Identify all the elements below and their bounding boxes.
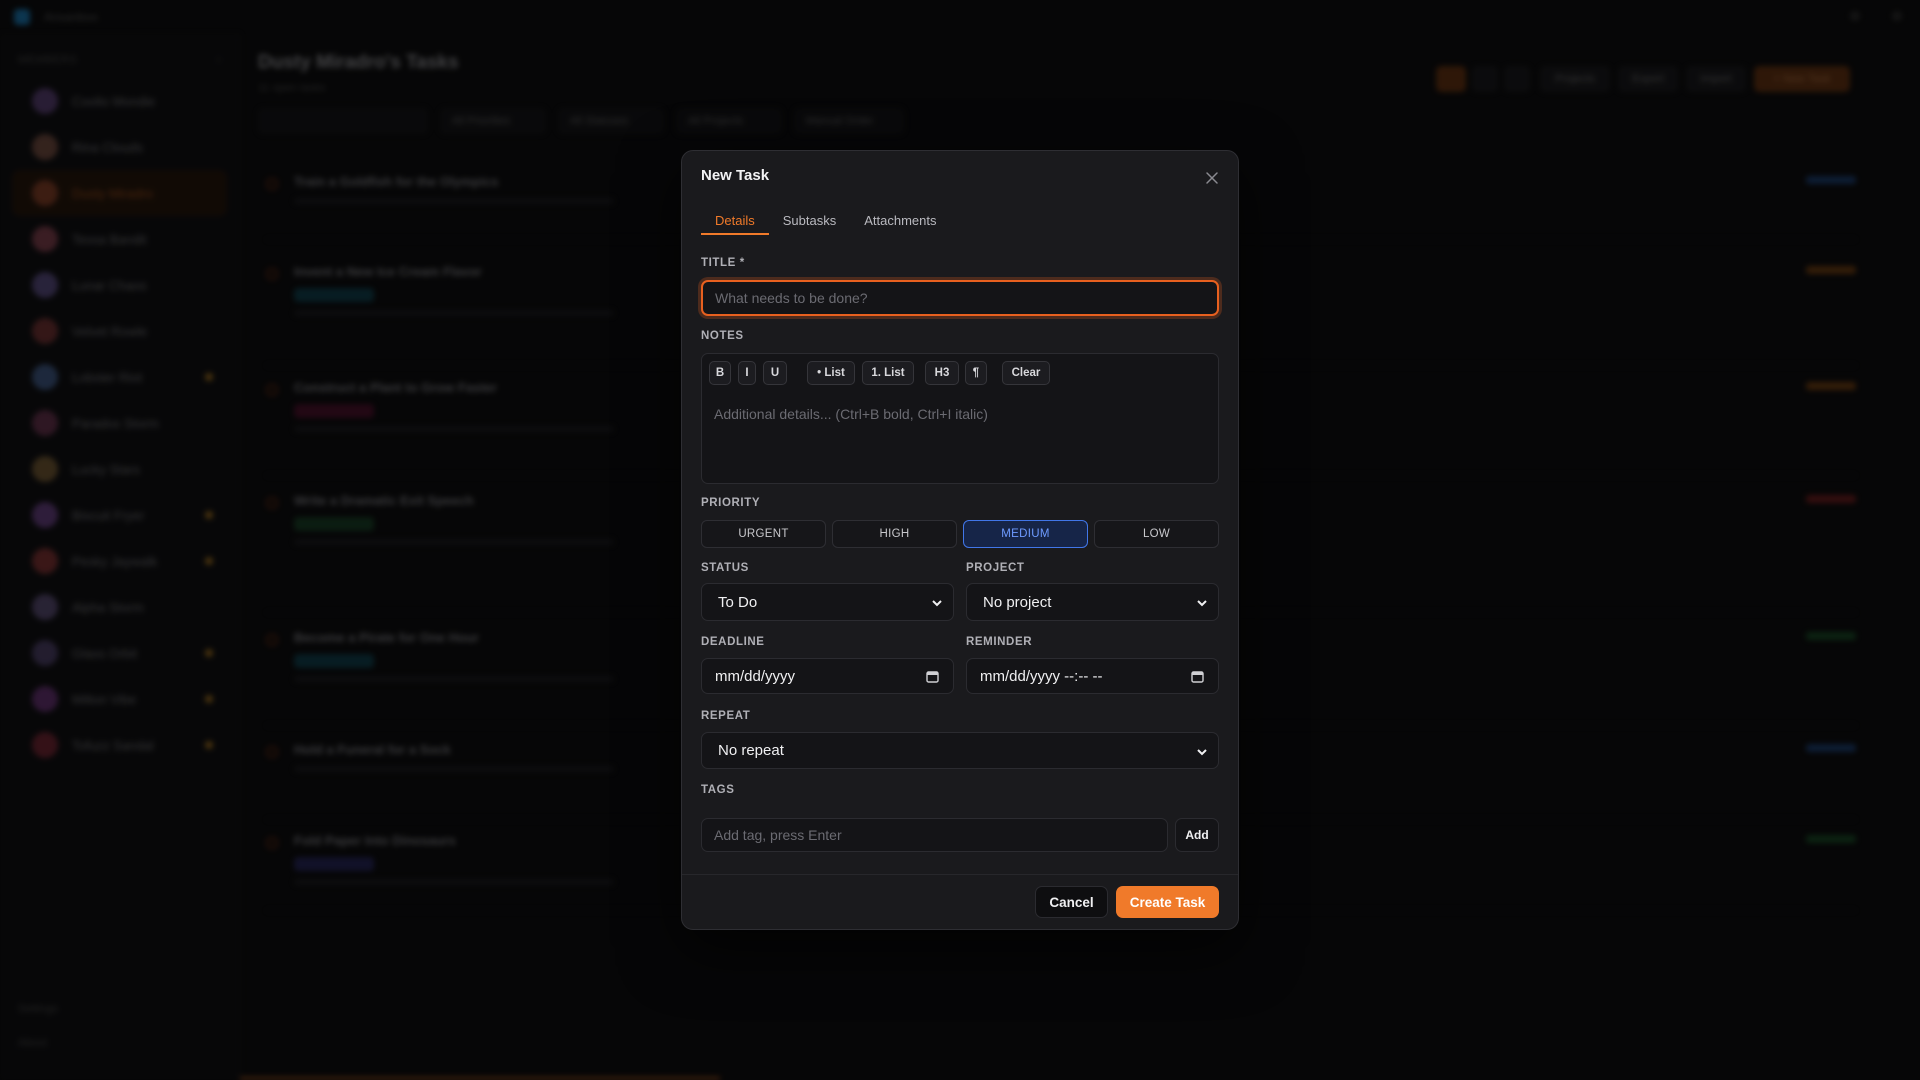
heading-button[interactable]: H3 xyxy=(925,361,959,385)
add-tag-button[interactable]: Add xyxy=(1175,818,1219,852)
status-select[interactable]: To Do xyxy=(701,583,954,621)
priority-high-button[interactable]: HIGH xyxy=(832,520,957,548)
close-icon xyxy=(1206,172,1218,184)
repeat-select[interactable]: No repeat xyxy=(701,732,1219,769)
priority-urgent-button[interactable]: URGENT xyxy=(701,520,826,548)
deadline-input[interactable]: mm/dd/yyyy xyxy=(701,658,954,694)
title-label: TITLE * xyxy=(701,257,745,269)
new-task-dialog: New Task Details Subtasks Attachments TI… xyxy=(681,150,1239,930)
clear-format-button[interactable]: Clear xyxy=(1002,361,1050,385)
tags-label: TAGS xyxy=(701,784,735,796)
priority-medium-button[interactable]: MEDIUM xyxy=(963,520,1088,548)
deadline-label: DEADLINE xyxy=(701,636,765,648)
dialog-title: New Task xyxy=(701,167,770,184)
project-select[interactable]: No project xyxy=(966,583,1219,621)
footer-divider xyxy=(682,874,1238,875)
reminder-input[interactable]: mm/dd/yyyy --:-- -- xyxy=(966,658,1219,694)
tag-input[interactable] xyxy=(701,818,1168,852)
priority-low-button[interactable]: LOW xyxy=(1094,520,1219,548)
tab-details[interactable]: Details xyxy=(701,207,769,241)
reminder-label: REMINDER xyxy=(966,636,1033,648)
deadline-value: mm/dd/yyyy xyxy=(715,667,796,685)
underline-button[interactable]: U xyxy=(763,361,787,385)
reminder-value: mm/dd/yyyy --:-- -- xyxy=(980,667,1103,685)
dialog-tabs: Details Subtasks Attachments xyxy=(701,207,951,241)
repeat-value: No repeat xyxy=(718,742,784,759)
title-input[interactable] xyxy=(701,280,1219,316)
notes-placeholder: Additional details... (Ctrl+B bold, Ctrl… xyxy=(714,406,988,422)
project-value: No project xyxy=(983,593,1052,611)
italic-button[interactable]: I xyxy=(738,361,756,385)
cancel-button[interactable]: Cancel xyxy=(1035,886,1108,918)
close-dialog-button[interactable] xyxy=(1202,168,1222,188)
create-task-button[interactable]: Create Task xyxy=(1116,886,1219,918)
calendar-icon[interactable] xyxy=(1191,670,1204,683)
status-label: STATUS xyxy=(701,562,749,574)
notes-editor[interactable]: B I U • List 1. List H3 ¶ Clear Addition… xyxy=(701,353,1219,484)
paragraph-button[interactable]: ¶ xyxy=(965,361,987,385)
chevron-down-icon xyxy=(932,600,942,607)
status-value: To Do xyxy=(718,593,758,611)
chevron-down-icon xyxy=(1197,600,1207,607)
repeat-label: REPEAT xyxy=(701,710,751,722)
notes-label: NOTES xyxy=(701,330,744,342)
chevron-down-icon xyxy=(1197,749,1207,756)
priority-label: PRIORITY xyxy=(701,497,761,509)
calendar-icon[interactable] xyxy=(926,670,939,683)
project-label: PROJECT xyxy=(966,562,1025,574)
numbered-list-button[interactable]: 1. List xyxy=(862,361,914,385)
tab-attachments[interactable]: Attachments xyxy=(850,207,950,241)
bold-button[interactable]: B xyxy=(709,361,731,385)
bullet-list-button[interactable]: • List xyxy=(807,361,855,385)
tab-subtasks[interactable]: Subtasks xyxy=(769,207,850,241)
